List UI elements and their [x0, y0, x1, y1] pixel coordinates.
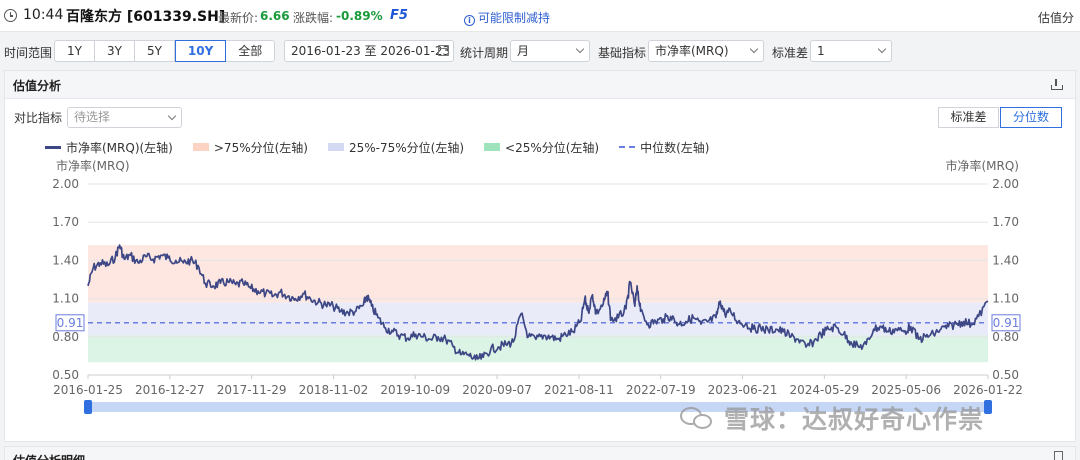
xtick-label: 2016-01-25 — [53, 383, 123, 397]
ytick-left: 0.80 — [52, 330, 79, 344]
left-axis-title: 市净率(MRQ) — [56, 158, 130, 173]
band-mid — [88, 302, 988, 336]
xtick-label: 2025-05-06 — [871, 383, 941, 397]
ytick-right: 0.80 — [992, 330, 1019, 344]
ytick-left: 1.40 — [52, 253, 79, 267]
xtick-label: 2026-01-22 — [953, 383, 1023, 397]
xtick-label: 2023-06-21 — [708, 383, 778, 397]
xtick-label: 2024-05-29 — [789, 383, 859, 397]
median-label-left: 0.91 — [57, 316, 84, 330]
copy-icon[interactable] — [1054, 451, 1063, 460]
watermark: 雪球：达叔好奇心作祟 — [680, 398, 984, 438]
ytick-left: 1.70 — [52, 215, 79, 229]
xtick-label: 2021-08-11 — [544, 383, 614, 397]
ytick-left: 1.10 — [52, 292, 79, 306]
right-axis-title: 市净率(MRQ) — [945, 158, 1019, 173]
watermark-text: 雪球：达叔好奇心作祟 — [724, 405, 985, 434]
band-low — [88, 335, 988, 363]
ytick-right: 0.50 — [992, 368, 1019, 382]
xtick-label: 2020-09-07 — [462, 383, 532, 397]
ytick-right: 2.00 — [992, 177, 1019, 191]
ytick-right: 1.10 — [992, 292, 1019, 306]
xtick-label: 2019-10-09 — [380, 383, 450, 397]
median-label-right: 0.91 — [993, 316, 1020, 330]
xtick-label: 2022-07-19 — [626, 383, 696, 397]
ytick-left: 0.50 — [52, 368, 79, 382]
ytick-right: 1.40 — [992, 253, 1019, 267]
detail-panel-title: 估值分析明细 — [13, 452, 85, 460]
ytick-left: 2.00 — [52, 177, 79, 191]
valuation-chart: 0.50 0.50 0.80 0.80 1.10 1.10 1.40 1.40 1.70 1.70… — [52, 158, 1023, 414]
range-slider-left-handle[interactable] — [84, 400, 92, 414]
xtick-label: 2018-11-02 — [299, 383, 369, 397]
xtick-label: 2017-11-29 — [217, 383, 287, 397]
ytick-right: 1.70 — [992, 215, 1019, 229]
wechat-icon — [680, 403, 716, 433]
xtick-label: 2016-12-27 — [135, 383, 205, 397]
band-high — [88, 245, 988, 303]
detail-panel-header: 估值分析明细 — [4, 446, 1076, 460]
range-slider-right-handle[interactable] — [984, 400, 992, 414]
